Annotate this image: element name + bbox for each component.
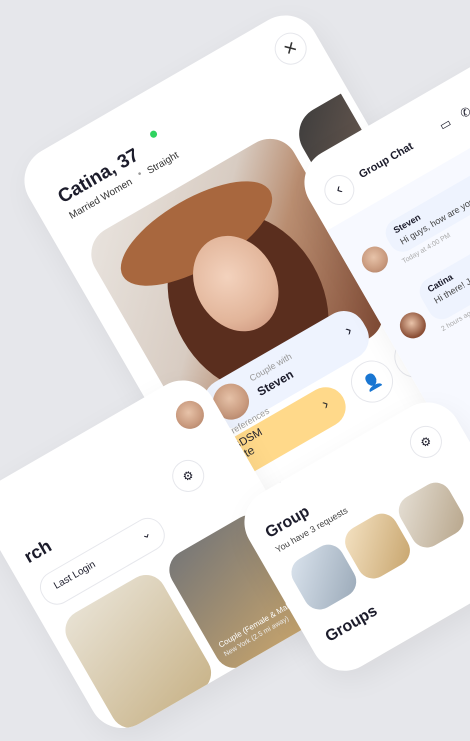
online-status-dot: [148, 129, 159, 139]
filter-icon: ⚙: [180, 467, 197, 485]
group-request-avatars[interactable]: [285, 467, 470, 619]
chevron-left-icon: ‹: [332, 180, 346, 199]
add-user-button[interactable]: 👤: [343, 352, 401, 411]
dot-separator: •: [135, 168, 145, 180]
filter-button[interactable]: ⚙: [166, 454, 211, 498]
sort-value: Last Login: [52, 559, 98, 592]
profile-orientation: Straight: [145, 149, 181, 177]
chevron-down-icon: ⌄: [137, 525, 154, 543]
close-button[interactable]: ✕: [268, 26, 313, 71]
filter-icon: ⚙: [417, 433, 435, 451]
message-avatar: [357, 241, 393, 278]
add-user-icon: 👤: [359, 369, 385, 395]
video-icon[interactable]: ▭: [437, 115, 454, 133]
message-bubble: Steven Hi guys, how are you?: [380, 167, 470, 257]
close-icon: ✕: [280, 38, 301, 60]
chat-title: Group Chat: [356, 140, 416, 181]
search-title: rch: [20, 535, 55, 567]
chevron-right-icon: ›: [342, 322, 356, 340]
user-avatar[interactable]: [170, 395, 210, 435]
filter-button[interactable]: ⚙: [404, 420, 448, 464]
phone-icon[interactable]: ✆: [458, 104, 470, 121]
message-avatar: [395, 307, 431, 344]
back-button[interactable]: ‹: [318, 169, 360, 211]
